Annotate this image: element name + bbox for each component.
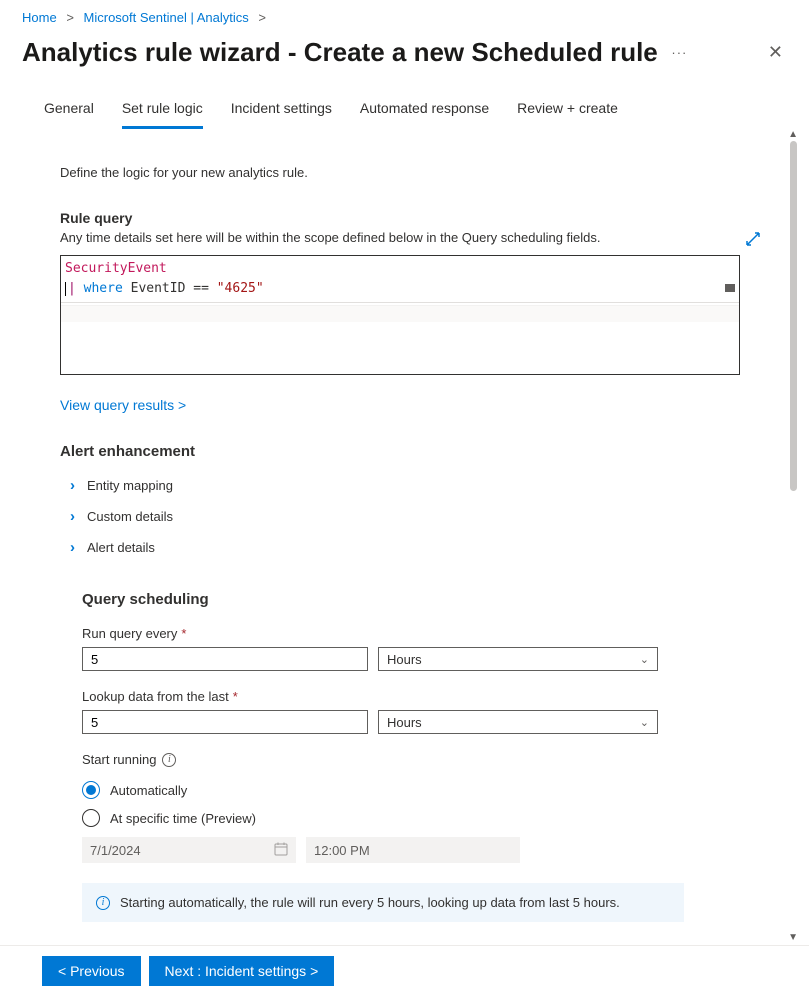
tab-review-create[interactable]: Review + create: [517, 100, 618, 129]
breadcrumb: Home > Microsoft Sentinel | Analytics >: [0, 0, 809, 25]
query-col: EventID ==: [131, 281, 217, 296]
expand-icon[interactable]: [745, 231, 761, 250]
info-icon: i: [96, 896, 110, 910]
intro-text: Define the logic for your new analytics …: [60, 165, 765, 180]
query-val: "4625": [217, 281, 264, 296]
query-pipe: |: [68, 281, 84, 296]
tab-general[interactable]: General: [44, 100, 94, 129]
run-every-label: Run query every*: [82, 626, 765, 641]
previous-button[interactable]: < Previous: [42, 956, 141, 986]
page-title: Analytics rule wizard - Create a new Sch…: [22, 37, 658, 67]
query-line1: SecurityEvent: [65, 261, 167, 276]
alert-enhancement-heading: Alert enhancement: [60, 443, 765, 460]
chevron-right-icon: ›: [70, 477, 75, 494]
radio-auto-label: Automatically: [110, 783, 187, 798]
radio-specific-time[interactable]: At specific time (Preview): [82, 809, 765, 827]
tab-incident-settings[interactable]: Incident settings: [231, 100, 332, 129]
calendar-icon: [274, 842, 288, 859]
rule-query-heading: Rule query: [60, 210, 765, 226]
schedule-info-text: Starting automatically, the rule will ru…: [120, 895, 620, 910]
query-where: where: [84, 281, 131, 296]
query-editor[interactable]: SecurityEvent | where EventID == "4625": [60, 255, 740, 375]
lookup-unit-value: Hours: [387, 715, 422, 730]
schedule-info-banner: i Starting automatically, the rule will …: [82, 883, 684, 922]
start-time-value: 12:00 PM: [314, 843, 370, 858]
more-icon[interactable]: ···: [671, 45, 687, 60]
breadcrumb-sentinel[interactable]: Microsoft Sentinel | Analytics: [84, 10, 249, 25]
expand-alert-details[interactable]: › Alert details: [60, 532, 765, 563]
run-every-unit-select[interactable]: Hours ⌄: [378, 647, 658, 671]
start-date-input: 7/1/2024: [82, 837, 296, 863]
start-time-input: 12:00 PM: [306, 837, 520, 863]
start-running-label: Start running i: [82, 752, 765, 767]
close-icon[interactable]: ✕: [768, 42, 783, 63]
custom-details-label: Custom details: [87, 509, 173, 524]
chevron-down-icon: ⌄: [640, 653, 649, 666]
entity-mapping-label: Entity mapping: [87, 478, 173, 493]
breadcrumb-home[interactable]: Home: [22, 10, 57, 25]
run-every-unit-value: Hours: [387, 652, 422, 667]
chevron-down-icon: ⌄: [640, 716, 649, 729]
tab-set-rule-logic[interactable]: Set rule logic: [122, 100, 203, 129]
chevron-right-icon: ›: [70, 539, 75, 556]
info-icon[interactable]: i: [162, 753, 176, 767]
radio-automatically[interactable]: Automatically: [82, 781, 765, 799]
lookup-unit-select[interactable]: Hours ⌄: [378, 710, 658, 734]
breadcrumb-sep-icon: >: [66, 10, 74, 25]
query-scheduling-heading: Query scheduling: [82, 591, 765, 608]
radio-time-label: At specific time (Preview): [110, 811, 256, 826]
lookup-input[interactable]: [82, 710, 368, 734]
expand-entity-mapping[interactable]: › Entity mapping: [60, 470, 765, 501]
breadcrumb-sep-icon: >: [258, 10, 266, 25]
expand-custom-details[interactable]: › Custom details: [60, 501, 765, 532]
next-button[interactable]: Next : Incident settings >: [149, 956, 335, 986]
tab-automated-response[interactable]: Automated response: [360, 100, 489, 129]
rule-query-subtext: Any time details set here will be within…: [60, 230, 765, 245]
view-query-results-link[interactable]: View query results >: [60, 397, 186, 413]
chevron-right-icon: ›: [70, 508, 75, 525]
radio-icon: [82, 809, 100, 827]
start-date-value: 7/1/2024: [90, 843, 141, 858]
alert-details-label: Alert details: [87, 540, 155, 555]
radio-icon: [82, 781, 100, 799]
run-every-input[interactable]: [82, 647, 368, 671]
lookup-label: Lookup data from the last*: [82, 689, 765, 704]
tab-bar: General Set rule logic Incident settings…: [22, 100, 809, 129]
